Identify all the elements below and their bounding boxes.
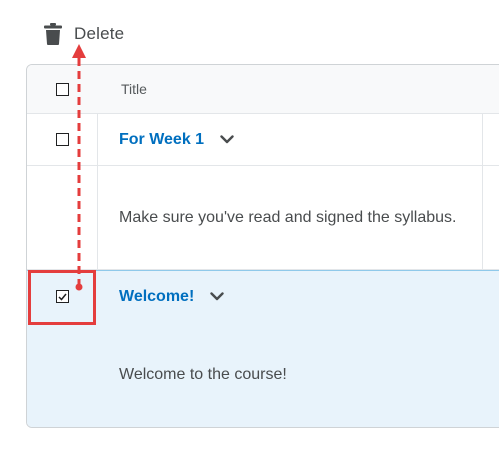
chevron-down-icon[interactable] (218, 131, 236, 149)
item-title[interactable]: For Week 1 (119, 131, 204, 149)
annotation-highlight-box (28, 270, 96, 325)
delete-label: Delete (74, 24, 125, 43)
item-description: Welcome to the course! (119, 366, 287, 383)
table-row-description: Welcome to the course! (27, 322, 499, 427)
item-title-link[interactable]: For Week 1 (119, 114, 236, 165)
table-row-selected: Welcome! (27, 270, 499, 322)
trash-icon (42, 21, 64, 47)
table-row-description: Make sure you've read and signed the syl… (27, 166, 499, 270)
table-row: For Week 1 (27, 114, 499, 166)
chevron-down-icon[interactable] (208, 288, 226, 306)
title-column-header[interactable]: Title (121, 65, 147, 113)
item-title-link[interactable]: Welcome! (119, 271, 226, 322)
table-header-row: Title (27, 65, 499, 114)
header-checkbox-cell (27, 65, 97, 113)
item-description: Make sure you've read and signed the syl… (119, 208, 457, 226)
item-title[interactable]: Welcome! (119, 288, 194, 306)
select-all-checkbox[interactable] (55, 82, 69, 96)
page: Delete Title For Week 1 Make sure you've… (0, 0, 499, 451)
row-checkbox-for-week-1[interactable] (55, 133, 69, 146)
delete-button[interactable]: Delete (42, 18, 124, 50)
content-table: Title For Week 1 Make sure you've read a… (26, 64, 499, 428)
row-checkbox-cell (27, 114, 97, 165)
